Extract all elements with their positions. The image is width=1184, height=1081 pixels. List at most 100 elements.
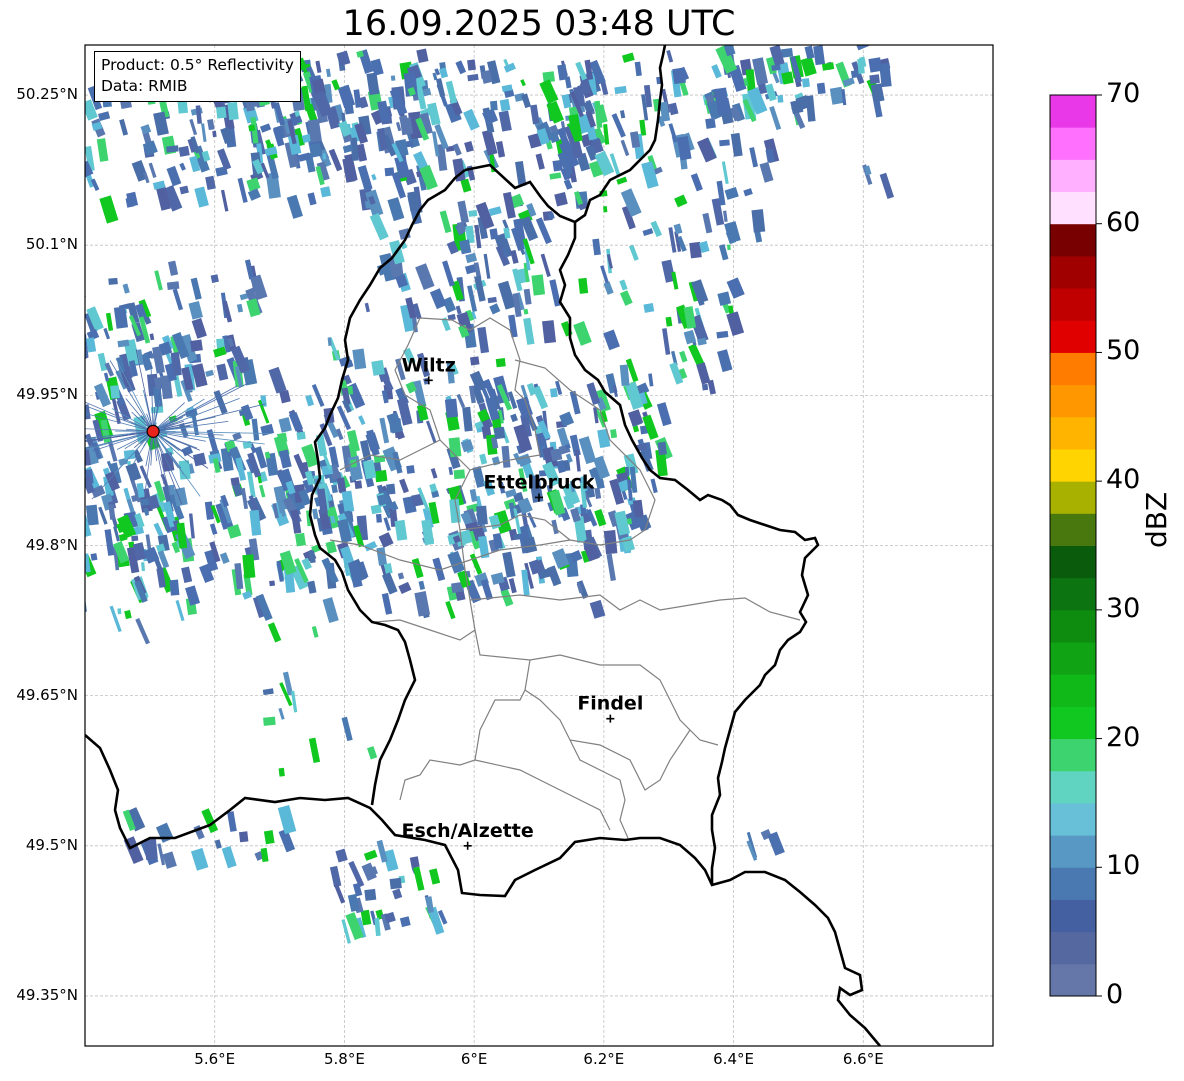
echo-cell: [465, 252, 478, 264]
colorbar-segment: [1050, 963, 1096, 997]
echo-cell: [707, 379, 717, 395]
echo-cell: [375, 513, 382, 523]
echo-cell: [383, 517, 391, 532]
echo-cell: [445, 80, 458, 104]
echo-cell: [573, 321, 592, 346]
echo-cell: [178, 145, 190, 157]
echo-cell: [386, 412, 404, 434]
echo-cell: [483, 253, 491, 279]
echo-cell: [71, 308, 84, 317]
echo-cell: [191, 318, 207, 339]
echo-cell: [674, 194, 688, 208]
echo-cell: [312, 508, 319, 520]
echo-cell: [214, 839, 222, 849]
echo-cell: [869, 74, 880, 84]
echo-cell: [305, 394, 315, 407]
echo-cell: [578, 277, 589, 294]
echo-cell: [620, 110, 626, 119]
colorbar-tick-label: 70: [1106, 78, 1141, 109]
colorbar-segment: [1050, 770, 1096, 804]
echo-cell: [643, 303, 655, 313]
colorbar-tick-label: 0: [1106, 979, 1124, 1010]
echo-cell: [390, 75, 396, 81]
echo-cell: [406, 465, 415, 474]
echo-cell: [364, 302, 370, 313]
echo-cell: [267, 622, 282, 643]
echo-cell: [286, 194, 303, 219]
echo-cell: [639, 119, 647, 136]
echo-cell: [371, 173, 377, 181]
echo-cell: [207, 118, 215, 131]
echo-cell: [354, 480, 363, 489]
echo-cell: [85, 334, 89, 358]
echo-cell: [603, 206, 608, 213]
colorbar-segment: [1050, 545, 1096, 579]
echo-cell: [381, 592, 393, 615]
colorbar: [1049, 94, 1102, 997]
echo-cell: [500, 588, 514, 607]
city-label: Wiltz: [402, 354, 456, 376]
echo-cell: [73, 167, 80, 182]
echo-cell: [805, 95, 816, 122]
echo-cell: [209, 523, 218, 535]
echo-cell: [435, 78, 446, 97]
lon-tick-label: 6.2°E: [583, 1050, 625, 1068]
echo-cell: [123, 487, 131, 501]
echo-cell: [325, 68, 331, 78]
echo-cell: [650, 478, 658, 494]
echo-cell: [717, 349, 733, 373]
echo-cell: [600, 265, 609, 284]
echo-cell: [430, 468, 438, 479]
echo-cell: [488, 206, 502, 216]
lon-tick-label: 5.8°E: [324, 1050, 365, 1068]
echo-cell: [743, 188, 753, 197]
echo-cell: [213, 346, 227, 358]
echo-cell: [308, 737, 321, 764]
echo-cell: [629, 131, 641, 149]
echo-cell: [352, 348, 367, 370]
echo-cell: [634, 61, 642, 77]
echo-cell: [103, 372, 110, 382]
echo-cell: [416, 48, 429, 63]
lat-tick-label: 49.8°N: [25, 535, 78, 554]
echo-cell: [619, 290, 633, 306]
echo-cell: [260, 423, 275, 436]
echo-cell: [619, 279, 628, 291]
echo-cell: [357, 165, 373, 191]
echo-cell: [467, 73, 479, 82]
city-label: Ettelbruck: [484, 471, 595, 493]
echo-cell: [105, 312, 114, 332]
echo-cell: [213, 390, 228, 415]
echo-cell: [251, 418, 260, 441]
echo-cell: [489, 303, 501, 315]
echo-cell: [259, 123, 272, 133]
echo-cell: [166, 281, 180, 290]
echo-cell: [238, 831, 249, 843]
echo-cell: [145, 534, 152, 550]
echo-cell: [603, 329, 620, 351]
product-label: Product: 0.5° Reflectivity: [101, 56, 294, 74]
echo-cell: [462, 406, 473, 432]
echo-cell: [535, 217, 552, 245]
echo-cell: [606, 553, 616, 581]
echo-cell: [716, 330, 729, 339]
echo-cell: [279, 390, 291, 404]
echo-cell: [551, 519, 559, 535]
lon-tick-label: 6°E: [460, 1050, 488, 1068]
echo-cell: [242, 554, 256, 579]
echo-cell: [813, 45, 826, 66]
echo-cell: [144, 838, 158, 861]
echo-cell: [99, 195, 119, 224]
colorbar-segment: [1050, 288, 1096, 321]
echo-cell: [532, 385, 549, 410]
city-marker: [463, 841, 472, 850]
city-label: Esch/Alzette: [402, 820, 534, 842]
echo-cell: [868, 57, 883, 73]
echo-cell: [70, 107, 76, 122]
colorbar-label: dBZ: [1140, 491, 1173, 548]
echo-cell: [521, 93, 532, 109]
radar-site-marker: [146, 424, 160, 438]
echo-cell: [429, 868, 441, 885]
echo-cell: [169, 579, 180, 596]
echo-cell: [614, 85, 627, 95]
